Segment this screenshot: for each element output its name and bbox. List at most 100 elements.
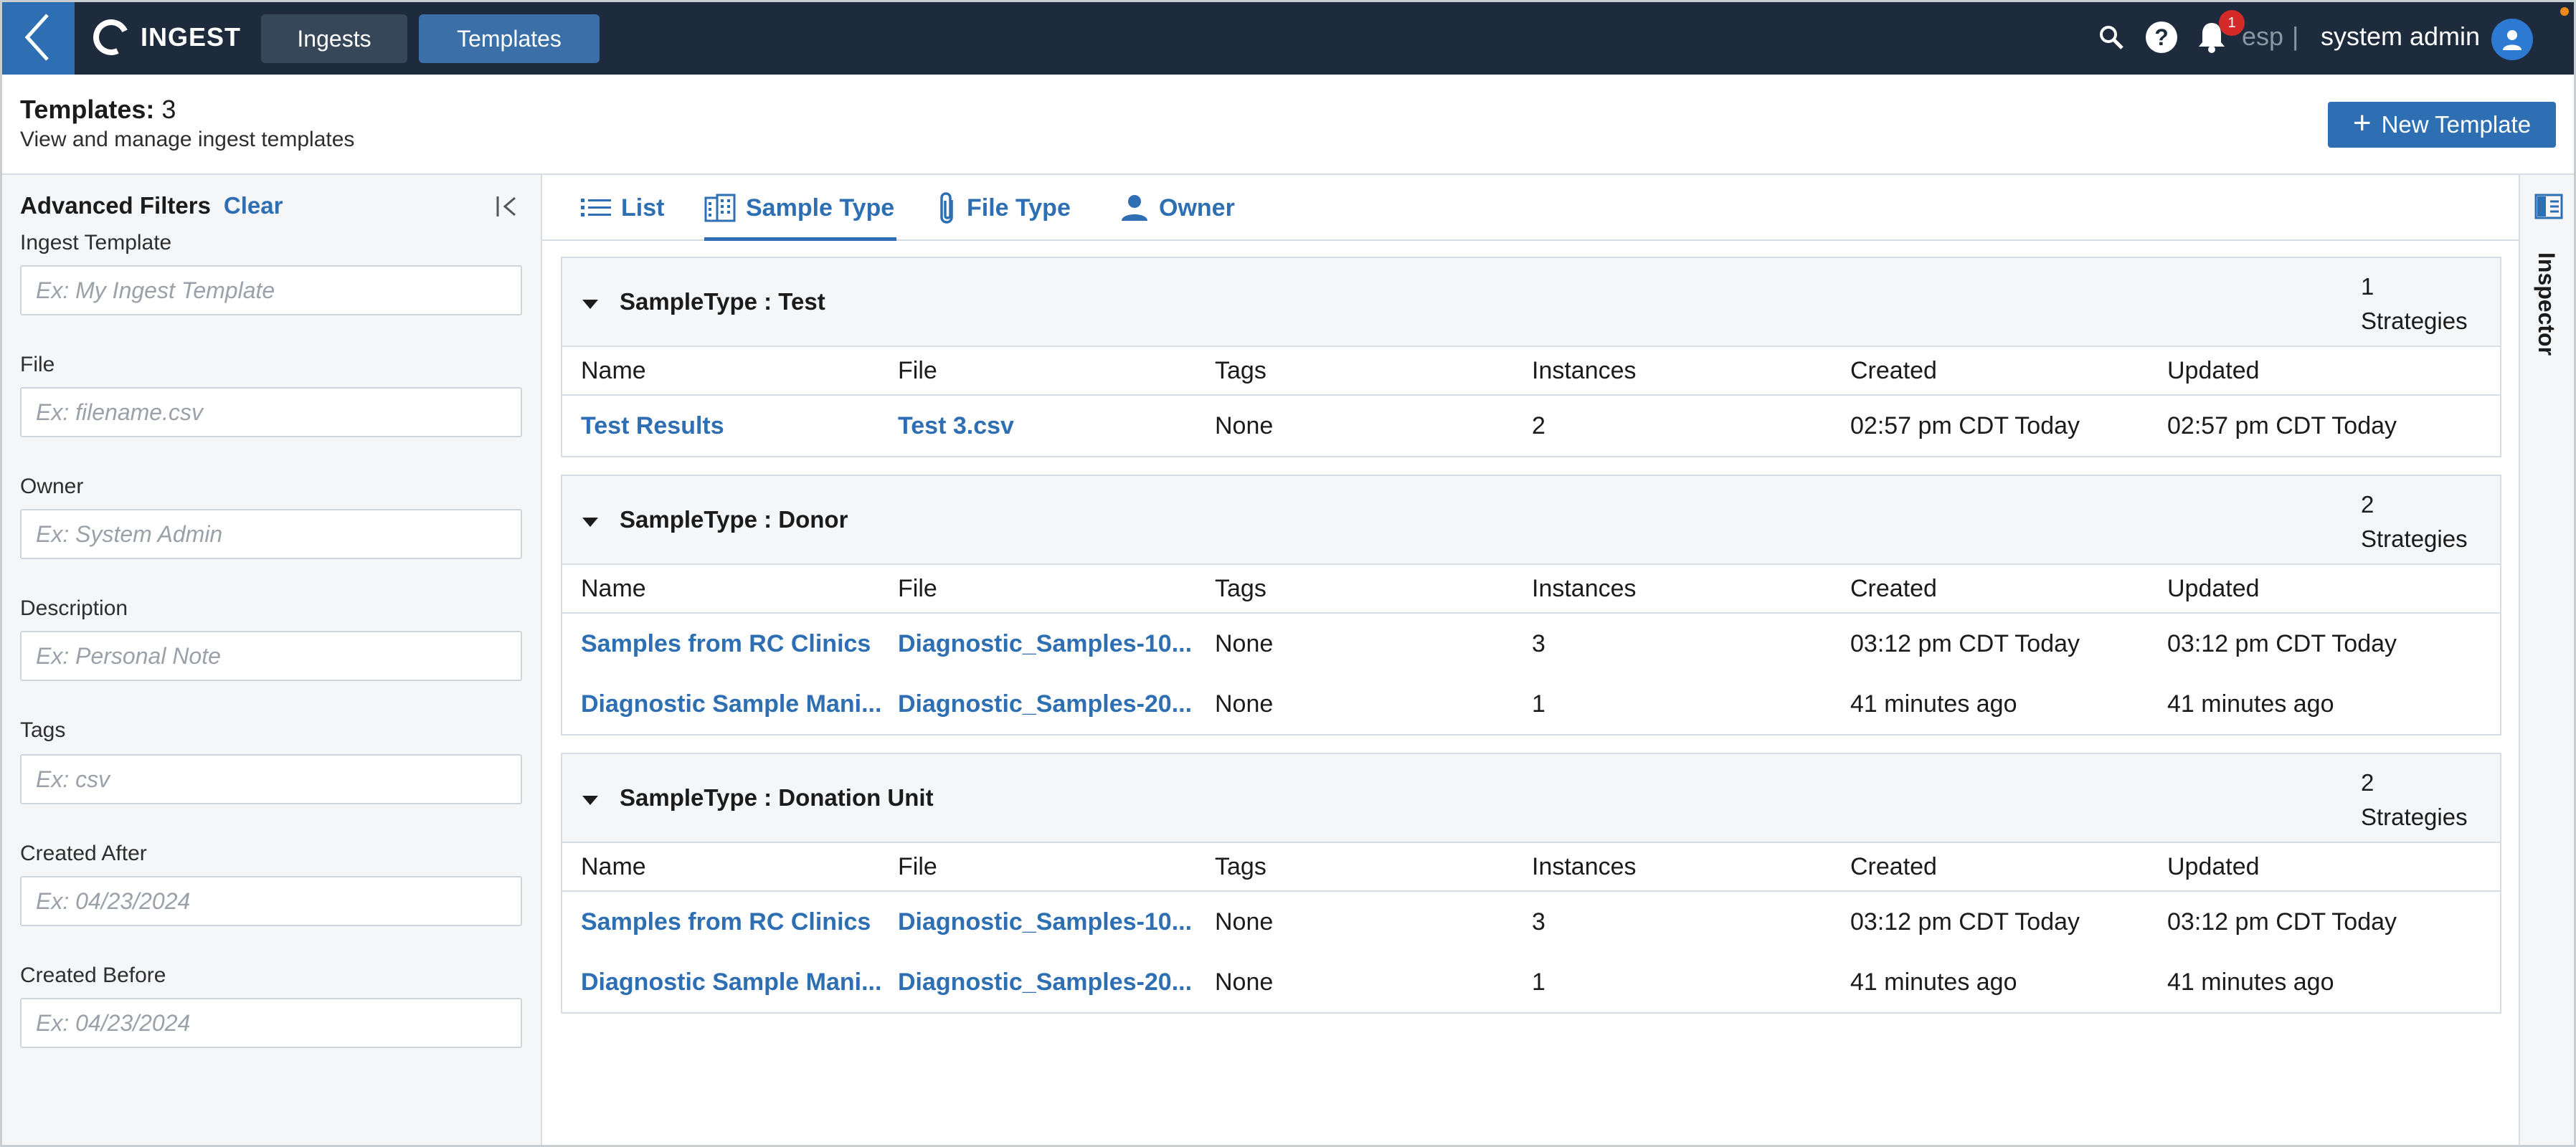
brand-logo-icon bbox=[87, 14, 135, 61]
group-count: 2 Strategies bbox=[2361, 766, 2468, 834]
created-cell: 41 minutes ago bbox=[1850, 690, 2017, 718]
template-name-link[interactable]: Test Results bbox=[581, 396, 891, 456]
filter-label-created-after: Created After bbox=[20, 842, 147, 865]
collapse-sidebar-icon[interactable] bbox=[495, 192, 521, 221]
list-icon bbox=[581, 199, 611, 216]
user-avatar-icon[interactable] bbox=[2491, 19, 2533, 60]
top-bar: INGEST Ingests Templates ? 1 esp | syste… bbox=[0, 0, 2576, 75]
tab-list[interactable]: List bbox=[581, 175, 664, 241]
file-input[interactable] bbox=[20, 387, 522, 437]
group-title: SampleType : Test bbox=[620, 288, 825, 315]
group-count-value: 1 bbox=[2361, 273, 2374, 300]
updated-cell: 03:12 pm CDT Today bbox=[2167, 908, 2397, 936]
inspector-panel-icon[interactable] bbox=[2534, 194, 2563, 219]
file-link[interactable]: Diagnostic_Samples-10... bbox=[898, 614, 1205, 674]
page-title: Templates: 3 bbox=[20, 95, 176, 125]
nav-templates-button[interactable]: Templates bbox=[419, 14, 600, 63]
sample-type-group: SampleType : Donor 2 Strategies Name Fil… bbox=[561, 475, 2501, 736]
nav-ingests-button[interactable]: Ingests bbox=[261, 14, 407, 63]
column-created[interactable]: Created bbox=[1850, 843, 2151, 890]
caret-down-icon[interactable] bbox=[582, 518, 598, 527]
file-link[interactable]: Diagnostic_Samples-20... bbox=[898, 952, 1205, 1012]
created-after-input[interactable] bbox=[20, 876, 522, 926]
created-cell: 41 minutes ago bbox=[1850, 968, 2017, 996]
group-header[interactable]: SampleType : Donation Unit 2 Strategies bbox=[562, 754, 2500, 843]
tab-owner[interactable]: Owner bbox=[1120, 175, 1235, 241]
file-link[interactable]: Test 3.csv bbox=[898, 396, 1205, 456]
language-toggle[interactable]: esp bbox=[2242, 22, 2283, 52]
inspector-label[interactable]: Inspector bbox=[2533, 252, 2560, 356]
ingest-template-input[interactable] bbox=[20, 265, 522, 315]
description-input[interactable] bbox=[20, 631, 522, 681]
owner-input[interactable] bbox=[20, 509, 522, 559]
column-updated[interactable]: Updated bbox=[2167, 565, 2483, 612]
column-instances[interactable]: Instances bbox=[1532, 843, 1833, 890]
group-header[interactable]: SampleType : Donor 2 Strategies bbox=[562, 476, 2500, 565]
help-button[interactable]: ? bbox=[2144, 20, 2179, 54]
instances-cell: 1 bbox=[1532, 690, 1545, 718]
back-button[interactable] bbox=[0, 0, 75, 75]
user-name[interactable]: system admin bbox=[2321, 22, 2480, 52]
page-title-count: 3 bbox=[161, 95, 176, 124]
created-cell: 03:12 pm CDT Today bbox=[1850, 629, 2080, 657]
updated-cell: 41 minutes ago bbox=[2167, 968, 2334, 996]
new-template-button[interactable]: + New Template bbox=[2328, 102, 2556, 148]
instances-cell: 3 bbox=[1532, 629, 1545, 657]
column-name[interactable]: Name bbox=[581, 565, 891, 612]
column-created[interactable]: Created bbox=[1850, 565, 2151, 612]
column-instances[interactable]: Instances bbox=[1532, 565, 1833, 612]
column-instances[interactable]: Instances bbox=[1532, 347, 1833, 394]
group-title: SampleType : Donor bbox=[620, 506, 848, 533]
column-file[interactable]: File bbox=[898, 347, 1205, 394]
tags-cell: None bbox=[1215, 690, 1274, 718]
table-row[interactable]: Diagnostic Sample Mani... Diagnostic_Sam… bbox=[562, 674, 2500, 734]
status-dot bbox=[2560, 7, 2569, 16]
column-updated[interactable]: Updated bbox=[2167, 347, 2483, 394]
column-file[interactable]: File bbox=[898, 565, 1205, 612]
tags-cell: None bbox=[1215, 968, 1274, 996]
person-icon bbox=[1122, 195, 1147, 221]
table-row[interactable]: Test Results Test 3.csv None 2 02:57 pm … bbox=[562, 396, 2500, 456]
file-link[interactable]: Diagnostic_Samples-20... bbox=[898, 674, 1205, 734]
column-tags[interactable]: Tags bbox=[1215, 565, 1516, 612]
page-title-label: Templates: bbox=[20, 95, 155, 124]
column-updated[interactable]: Updated bbox=[2167, 843, 2483, 890]
tags-cell: None bbox=[1215, 629, 1274, 657]
template-name-link[interactable]: Diagnostic Sample Mani... bbox=[581, 952, 891, 1012]
column-tags[interactable]: Tags bbox=[1215, 347, 1516, 394]
caret-down-icon[interactable] bbox=[582, 300, 598, 309]
column-name[interactable]: Name bbox=[581, 347, 891, 394]
instances-cell: 3 bbox=[1532, 908, 1545, 936]
filter-label-tags: Tags bbox=[20, 718, 66, 742]
template-name-link[interactable]: Samples from RC Clinics bbox=[581, 892, 891, 952]
filters-title: Advanced Filters bbox=[20, 192, 211, 219]
group-count: 2 Strategies bbox=[2361, 487, 2468, 556]
group-count: 1 Strategies bbox=[2361, 270, 2468, 338]
tab-file-type[interactable]: File Type bbox=[938, 175, 1071, 241]
column-file[interactable]: File bbox=[898, 843, 1205, 890]
notification-badge: 1 bbox=[2219, 10, 2245, 36]
table-row[interactable]: Diagnostic Sample Mani... Diagnostic_Sam… bbox=[562, 952, 2500, 1012]
filter-label-owner: Owner bbox=[20, 475, 84, 498]
template-name-link[interactable]: Samples from RC Clinics bbox=[581, 614, 891, 674]
file-link[interactable]: Diagnostic_Samples-10... bbox=[898, 892, 1205, 952]
template-name-link[interactable]: Diagnostic Sample Mani... bbox=[581, 674, 891, 734]
tags-input[interactable] bbox=[20, 754, 522, 804]
updated-cell: 41 minutes ago bbox=[2167, 690, 2334, 718]
clear-filters-button[interactable]: Clear bbox=[224, 192, 283, 219]
table-row[interactable]: Samples from RC Clinics Diagnostic_Sampl… bbox=[562, 614, 2500, 674]
column-name[interactable]: Name bbox=[581, 843, 891, 890]
caret-down-icon[interactable] bbox=[582, 796, 598, 805]
filter-label-description: Description bbox=[20, 596, 128, 620]
created-before-input[interactable] bbox=[20, 998, 522, 1048]
search-button[interactable] bbox=[2094, 20, 2128, 54]
group-header[interactable]: SampleType : Test 1 Strategies bbox=[562, 258, 2500, 347]
tab-sample-type[interactable]: Sample Type bbox=[704, 175, 896, 241]
plus-icon: + bbox=[2352, 105, 2372, 141]
column-tags[interactable]: Tags bbox=[1215, 843, 1516, 890]
brand[interactable]: INGEST bbox=[87, 0, 241, 75]
column-created[interactable]: Created bbox=[1850, 347, 2151, 394]
advanced-filters-panel: Advanced Filters Clear Ingest Template F… bbox=[0, 175, 542, 1147]
created-cell: 02:57 pm CDT Today bbox=[1850, 411, 2080, 439]
table-row[interactable]: Samples from RC Clinics Diagnostic_Sampl… bbox=[562, 892, 2500, 952]
